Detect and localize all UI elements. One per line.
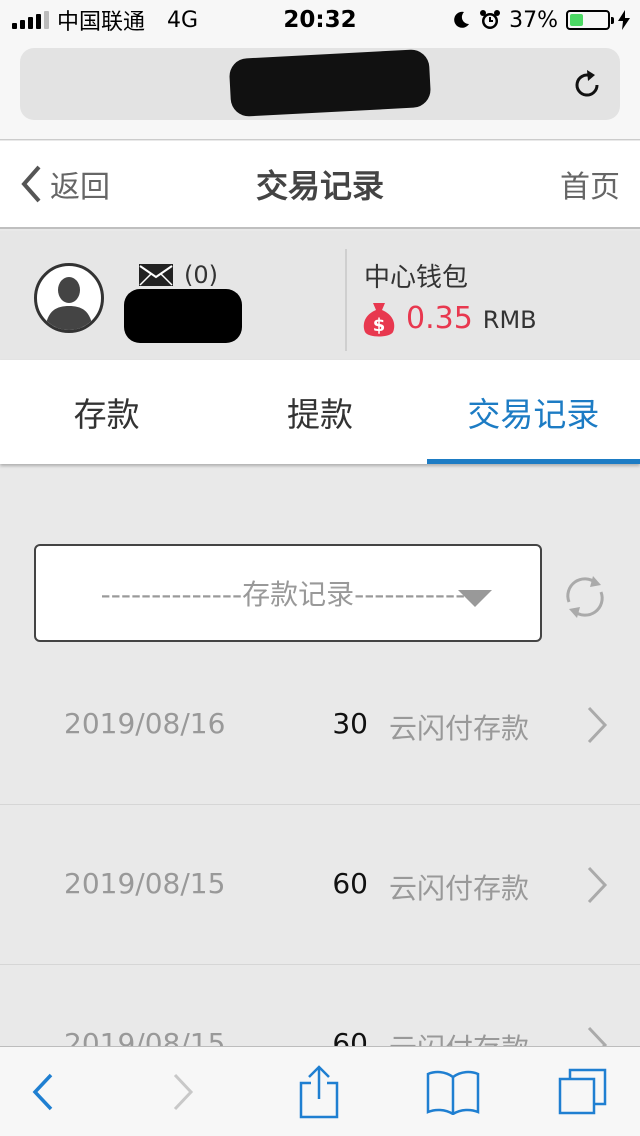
- record-type: 云闪付存款: [389, 712, 530, 745]
- status-right: 37%: [451, 8, 630, 33]
- charging-icon: [618, 10, 630, 30]
- balance-unit: RMB: [482, 306, 537, 334]
- message-count: (0): [184, 261, 218, 289]
- tab-bar: 存款 提款 交易记录: [0, 360, 640, 464]
- carrier-label: 中国联通: [57, 10, 146, 35]
- redacted-url: [228, 48, 432, 118]
- record-date: 2019/08/16: [64, 707, 226, 740]
- user-icon: [45, 277, 93, 330]
- record-type-select[interactable]: --------------存款记录------------: [34, 544, 542, 642]
- account-panel: (0) t 中心钱包 $ 0.35 RMB: [0, 231, 640, 360]
- tab-withdraw[interactable]: 提款: [213, 360, 426, 464]
- refresh-icon[interactable]: [560, 572, 610, 622]
- back-label: 返回: [50, 170, 110, 205]
- address-bar[interactable]: [20, 48, 620, 120]
- battery-icon: [566, 10, 614, 30]
- tab-deposit[interactable]: 存款: [0, 360, 213, 464]
- messages-link[interactable]: (0): [138, 261, 218, 289]
- avatar[interactable]: [34, 263, 104, 333]
- bookmarks-button[interactable]: [424, 1067, 482, 1117]
- chevron-left-icon: [21, 165, 41, 203]
- money-bag-icon: $: [363, 303, 395, 337]
- book-icon: [426, 1070, 480, 1115]
- record-type: 云闪付存款: [389, 872, 530, 905]
- record-amount: 30: [332, 707, 368, 740]
- chevron-right-icon: [173, 1073, 194, 1111]
- tab-transactions[interactable]: 交易记录: [426, 360, 640, 464]
- network-label: 4G: [167, 7, 199, 33]
- balance-value: 0.35: [406, 301, 473, 336]
- chevron-right-icon: [587, 706, 608, 744]
- divider: [345, 249, 347, 351]
- reload-icon[interactable]: [570, 68, 604, 102]
- tabs-icon: [558, 1068, 607, 1115]
- battery-percent: 37%: [509, 7, 558, 33]
- chevron-left-icon: [32, 1073, 53, 1111]
- dropdown-arrow-icon: [458, 590, 492, 607]
- share-button[interactable]: [294, 1065, 344, 1119]
- moon-icon: [454, 11, 470, 28]
- home-link[interactable]: 首页: [560, 162, 620, 206]
- record-amount: 60: [332, 867, 368, 900]
- tabs-button[interactable]: [558, 1067, 608, 1117]
- redacted-username: [124, 289, 242, 343]
- status-bar: 中国联通 4G 20:32 37%: [0, 0, 640, 40]
- mail-icon: [139, 264, 173, 286]
- svg-text:$: $: [373, 315, 386, 336]
- browser-address-area: [0, 40, 640, 140]
- record-row[interactable]: 2019/08/16 30 云闪付存款: [0, 645, 640, 805]
- browser-toolbar: [0, 1046, 640, 1136]
- balance-row: $ 0.35 RMB: [362, 301, 537, 339]
- alarm-icon: [480, 10, 501, 29]
- nav-header: 返回 交易记录 首页: [0, 141, 640, 229]
- record-date: 2019/08/15: [64, 867, 226, 900]
- chevron-right-icon: [587, 866, 608, 904]
- share-icon: [299, 1065, 339, 1119]
- browser-back-button[interactable]: [18, 1067, 68, 1117]
- back-button[interactable]: 返回: [20, 162, 110, 206]
- select-value: --------------存款记录------------: [100, 578, 476, 611]
- signal-icon: [12, 11, 49, 29]
- browser-forward-button[interactable]: [158, 1067, 208, 1117]
- record-row[interactable]: 2019/08/15 60 云闪付存款: [0, 805, 640, 965]
- wallet-label: 中心钱包: [364, 263, 469, 293]
